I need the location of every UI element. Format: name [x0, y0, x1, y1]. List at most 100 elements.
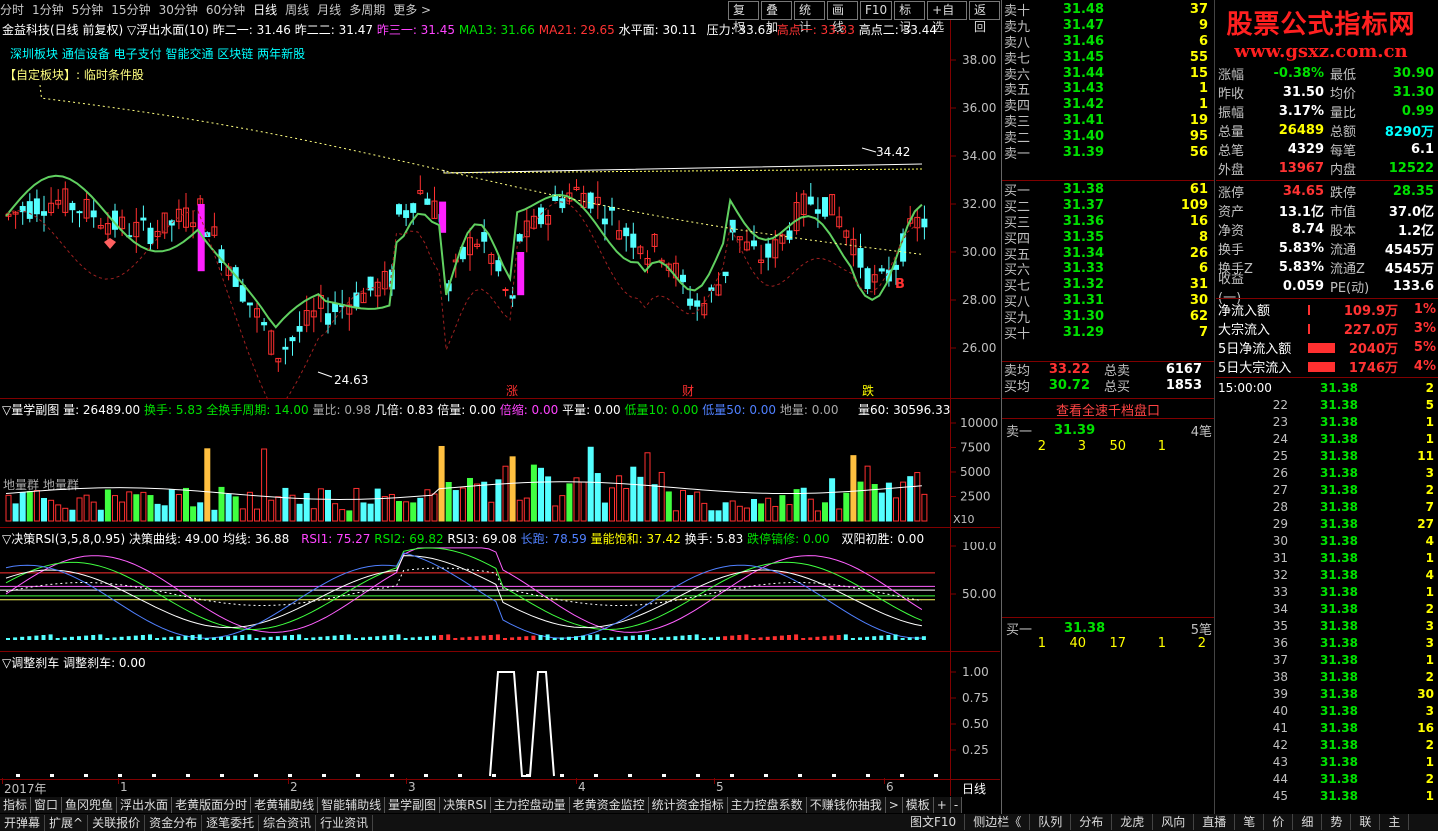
status-right-tab-6[interactable]: 直播 — [1194, 814, 1236, 830]
tick-header-vol: 2 — [1425, 380, 1434, 395]
indicator-tab-6[interactable]: 智能辅助线 — [318, 796, 386, 813]
status-right-tab-3[interactable]: 分布 — [1071, 814, 1113, 830]
status-right-tab-8[interactable]: 价 — [1264, 814, 1294, 830]
tick-row: 24 31.38 1 — [1218, 430, 1434, 447]
sell1-queue-header: 卖一 31.39 4笔 — [1006, 421, 1212, 440]
quote-key: 最低 — [1330, 68, 1357, 83]
status-right-tab-12[interactable]: 主 — [1380, 814, 1410, 830]
quote-row: 昨收 31.50 均价 31.30 — [1218, 83, 1436, 102]
flow-bar-fill — [1308, 323, 1310, 334]
indicator-tab-5[interactable]: 老黄辅助线 — [251, 796, 319, 813]
volume-chart[interactable]: 10000 7500 5000 2500 X10 — [0, 413, 1000, 527]
toolbar-btn-5[interactable]: 标记 — [894, 1, 926, 34]
status-tab-3[interactable]: 资金分布 — [145, 814, 203, 831]
book-level-vol: 31 — [1189, 277, 1208, 293]
indicator-tab-1[interactable]: 窗口 — [31, 796, 63, 813]
book-level-vol: 61 — [1189, 182, 1208, 198]
book-level-price: 31.37 — [1062, 198, 1104, 214]
tick-vol: 4 — [1425, 567, 1434, 582]
indicator-tab-8[interactable]: 决策RSI — [440, 796, 491, 813]
status-right-tab-2[interactable]: 队列 — [1030, 814, 1072, 830]
quote-row: 收益(一) 0.059 PE(动) 133.6 — [1218, 272, 1436, 306]
status-right-tab-10[interactable]: 势 — [1322, 814, 1352, 830]
buy1-order: 40 — [1069, 636, 1086, 651]
status-right-tab-11[interactable]: 联 — [1351, 814, 1381, 830]
book-level-price: 31.30 — [1062, 308, 1104, 324]
book-level-vol: 6 — [1198, 33, 1208, 49]
period-2[interactable]: 5分钟 — [72, 1, 104, 18]
period-9[interactable]: 多周期 — [349, 1, 385, 18]
period-5[interactable]: 60分钟 — [206, 1, 245, 18]
rsi-tick: 100.0 — [962, 542, 996, 553]
date-label: 4 — [578, 780, 586, 794]
toolbar-btn-6[interactable]: +自选 — [927, 1, 967, 34]
status-right-tab-1[interactable]: 侧边栏《 — [965, 814, 1031, 830]
period-4[interactable]: 30分钟 — [159, 1, 198, 18]
status-tab-5[interactable]: 综合资讯 — [259, 814, 317, 831]
book-row[interactable]: 买十 31.29 7 — [1004, 324, 1212, 342]
tick-vol: 1 — [1425, 584, 1434, 599]
tick-time: 25 — [1272, 448, 1288, 463]
status-bar: 开弹幕 扩展^ 关联报价 资金分布 逐笔委托 综合资讯 行业资讯 图文F10 侧边栏《 队列 分布… — [0, 814, 1438, 831]
period-6[interactable]: 日线 — [253, 1, 277, 18]
indicator-tab-17[interactable]: - — [950, 796, 963, 813]
toolbar-btn-4[interactable]: F10 — [860, 1, 893, 20]
tick-time: 32 — [1272, 567, 1288, 582]
status-tab-1[interactable]: 扩展^ — [45, 814, 89, 831]
status-tab-6[interactable]: 行业资讯 — [316, 814, 374, 831]
flow-row: 5日净流入额 2040万 5% — [1218, 338, 1436, 357]
tick-price: 31.38 — [1320, 771, 1358, 786]
status-tab-2[interactable]: 关联报价 — [88, 814, 146, 831]
rsi-chart[interactable]: 100.0 50.00 — [0, 542, 1000, 650]
thousand-depth-link[interactable]: 查看全速千档盘口 — [1002, 400, 1214, 419]
indicator-tab-9[interactable]: 主力控盘动量 — [490, 796, 570, 813]
indicator-tab-13[interactable]: 不赚钱你抽我 — [806, 796, 886, 813]
indicator-tab-11[interactable]: 统计资金指标 — [648, 796, 728, 813]
price-tick: 38.00 — [962, 53, 996, 67]
status-right-tab-9[interactable]: 细 — [1293, 814, 1323, 830]
toolbar-btn-1[interactable]: 叠加 — [761, 1, 792, 34]
quote-fundamentals: 涨停 34.65 跌停 28.35 资产 13.1亿 市值 37.0亿 净资 8.74 股本 1.2亿… — [1218, 182, 1436, 306]
toolbar-btn-0[interactable]: 复权 — [728, 1, 759, 34]
indicator-tab-10[interactable]: 老黄资金监控 — [569, 796, 649, 813]
indicator-tab-0[interactable]: 指标 — [0, 796, 32, 813]
toolbar-btn-3[interactable]: 画线 — [827, 1, 858, 34]
period-10[interactable]: 更多 > — [393, 1, 431, 18]
period-0[interactable]: 分时 — [0, 1, 24, 18]
tick-list[interactable]: 22 31.38 5 23 31.38 1 24 31.38 1 25 31.38 11 26 31.38… — [1218, 396, 1434, 804]
indicator-tab-12[interactable]: 主力控盘系数 — [727, 796, 807, 813]
indicator-tab-16[interactable]: + — [933, 796, 951, 813]
tick-price: 31.38 — [1320, 720, 1358, 735]
status-right-tab-5[interactable]: 风向 — [1153, 814, 1195, 830]
toolbar-btn-2[interactable]: 统计 — [794, 1, 825, 34]
status-right-tab-7[interactable]: 笔 — [1235, 814, 1265, 830]
indicator-tab-4[interactable]: 老黄版面分时 — [172, 796, 252, 813]
flow-pct: 5% — [1413, 340, 1436, 355]
date-axis: 2017年 1 2 3 4 5 6 日线 — [0, 778, 1000, 796]
adj-chart[interactable]: 1.00 0.75 0.50 0.25 — [0, 662, 1000, 780]
period-1[interactable]: 1分钟 — [32, 1, 64, 18]
period-7[interactable]: 周线 — [285, 1, 309, 18]
book-level-price: 31.48 — [1062, 2, 1104, 18]
book-level-vol: 1 — [1198, 81, 1208, 97]
book-row[interactable]: 卖一 31.39 56 — [1004, 144, 1212, 162]
toolbar-btn-7[interactable]: 返回 — [968, 1, 1000, 34]
indicator-tab-7[interactable]: 量学副图 — [385, 796, 441, 813]
quote-key: 内盘 — [1330, 163, 1357, 178]
candlestick-chart[interactable]: 38.00 36.00 34.00 32.00 30.00 28.00 26.00 34.42… — [0, 20, 1000, 400]
status-tab-4[interactable]: 逐笔委托 — [202, 814, 260, 831]
tick-price: 31.38 — [1320, 414, 1358, 429]
tick-vol: 2 — [1425, 601, 1434, 616]
indicator-tab-15[interactable]: 模板 — [902, 796, 934, 813]
indicator-tab-3[interactable]: 浮出水面 — [117, 796, 173, 813]
status-right-tab-4[interactable]: 龙虎 — [1112, 814, 1154, 830]
period-8[interactable]: 月线 — [317, 1, 341, 18]
indicator-tab-14[interactable]: > — [885, 796, 903, 813]
quote-row: 资产 13.1亿 市值 37.0亿 — [1218, 201, 1436, 220]
indicator-tab-2[interactable]: 鱼冈兜鱼 — [62, 796, 118, 813]
tick-price: 31.38 — [1320, 482, 1358, 497]
status-tab-0[interactable]: 开弹幕 — [0, 814, 46, 831]
period-3[interactable]: 15分钟 — [111, 1, 150, 18]
status-right-tab-0[interactable]: 图文F10 — [902, 814, 966, 830]
total-buy: 1853 — [1165, 378, 1202, 394]
